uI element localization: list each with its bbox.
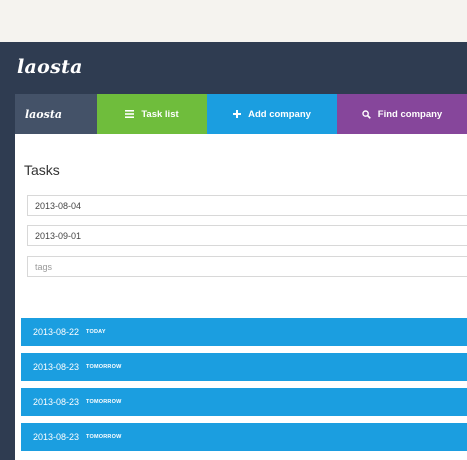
app-shell: laosta laosta Task list Add company Find…	[0, 42, 467, 460]
from-date-input[interactable]	[27, 195, 467, 216]
to-date-input[interactable]	[27, 225, 467, 246]
nav-logo[interactable]: laosta	[15, 94, 97, 134]
list-icon	[125, 110, 135, 118]
plus-icon	[233, 110, 242, 118]
task-due-badge: TOMORROW	[86, 434, 122, 440]
table-row[interactable]: 2013-08-23 TOMORROW	[21, 423, 467, 451]
nav-add-company-label: Add company	[248, 108, 311, 120]
tags-input[interactable]	[27, 256, 467, 277]
task-due-badge: TOMORROW	[86, 364, 122, 370]
brand-logo: laosta	[17, 56, 83, 78]
nav-find-company-label: Find company	[377, 108, 443, 120]
task-date: 2013-08-23	[33, 397, 80, 407]
nav-add-company[interactable]: Add company	[207, 94, 337, 134]
task-due-badge: TODAY	[86, 329, 106, 335]
nav-find-company[interactable]: Find company	[337, 94, 467, 134]
main-nav: laosta Task list Add company Find compan…	[15, 94, 467, 134]
page-title: Tasks	[24, 162, 60, 178]
task-date: 2013-08-23	[33, 432, 80, 442]
nav-task-list[interactable]: Task list	[97, 94, 207, 134]
table-row[interactable]: 2013-08-23 TOMORROW	[21, 388, 467, 416]
table-row[interactable]: 2013-08-22 TODAY	[21, 318, 467, 346]
browser-top-bar	[0, 0, 467, 43]
task-date: 2013-08-22	[33, 327, 80, 337]
nav-task-list-label: Task list	[141, 108, 179, 120]
search-icon	[362, 109, 371, 119]
table-row[interactable]: 2013-08-23 TOMORROW	[21, 353, 467, 381]
tasks-panel: Tasks 2013-08-22 TODAY 2013-08-23 TOMORR…	[15, 134, 467, 460]
task-date: 2013-08-23	[33, 362, 80, 372]
task-list: 2013-08-22 TODAY 2013-08-23 TOMORROW 201…	[21, 318, 467, 458]
task-due-badge: TOMORROW	[86, 399, 122, 405]
